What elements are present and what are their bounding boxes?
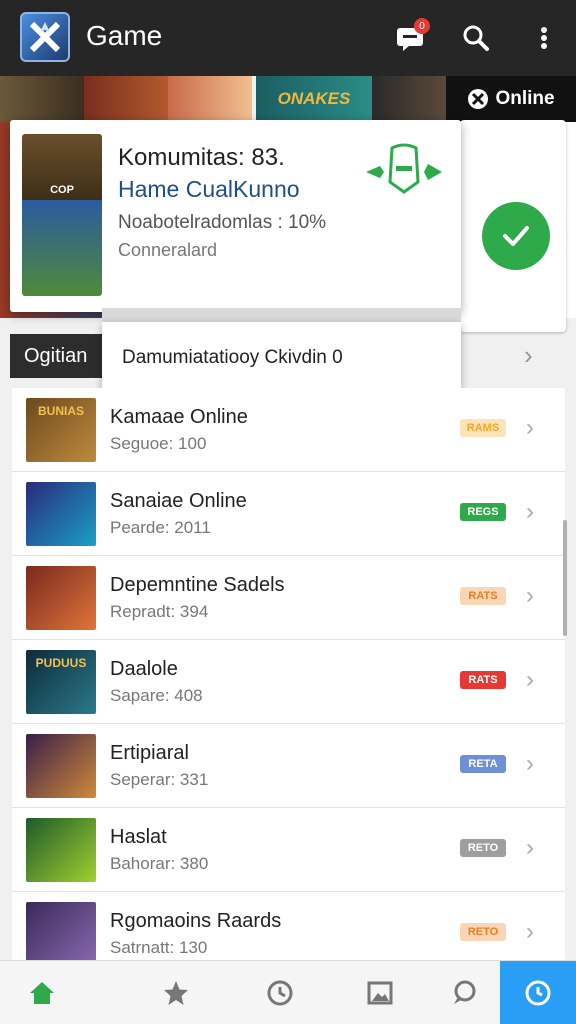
- app-bar: Game 0: [0, 0, 576, 76]
- dropdown-menu-item[interactable]: Damumiatatiooy Ckivdin 0: [102, 322, 461, 394]
- game-thumbnail: BUNIAS: [26, 398, 96, 462]
- clock-icon: [525, 980, 551, 1006]
- star-icon: [164, 981, 188, 1005]
- nav-history[interactable]: [242, 961, 318, 1024]
- nav-chat[interactable]: [426, 961, 502, 1024]
- banner-art-3: [168, 76, 252, 122]
- game-name: Rgomaoins Raards: [110, 910, 282, 932]
- game-meta: Sapare: 408: [110, 686, 203, 705]
- bottom-navigation: [0, 960, 576, 1024]
- game-thumbnail: [26, 482, 96, 546]
- game-meta: Pearde: 2011: [110, 518, 211, 537]
- nav-recent[interactable]: [500, 961, 576, 1024]
- popup-subtitle: Hame CualKunno: [118, 176, 300, 202]
- popup-art-caption: COP: [50, 184, 74, 196]
- nav-favorites[interactable]: [138, 961, 214, 1024]
- status-badge: RETA: [460, 755, 506, 773]
- game-name: Sanaiae Online: [110, 490, 247, 512]
- status-badge: RATS: [460, 587, 506, 605]
- nav-gallery[interactable]: [342, 961, 418, 1024]
- banner-art-1: [0, 76, 84, 122]
- search-icon[interactable]: [456, 18, 496, 58]
- community-badge-icon: [366, 143, 442, 194]
- game-thumbnail: [26, 734, 96, 798]
- status-badge: RAMS: [460, 419, 506, 437]
- game-thumbnail: [26, 566, 96, 630]
- game-thumbnail: PUDUUS: [26, 650, 96, 714]
- divider-strip: [102, 308, 461, 322]
- popup-title: Komumitas: 83.: [118, 144, 285, 171]
- chat-bubble-icon[interactable]: 0: [390, 18, 430, 58]
- popup-note: Noabotelradomlas : 10%: [118, 212, 327, 233]
- list-item[interactable]: Haslat Bahorar: 380 RETO ›: [12, 808, 565, 892]
- popup-meta: Conneralard: [118, 240, 218, 260]
- game-name: Daalole: [110, 658, 178, 680]
- game-logo-icon[interactable]: [20, 12, 70, 62]
- status-badge: RATS: [460, 671, 506, 689]
- game-list: BUNIAS Kamaae Online Seguoe: 100 RAMS › …: [12, 388, 565, 960]
- list-item[interactable]: Rgomaoins Raards Satrnatt: 130 RETO ›: [12, 892, 565, 960]
- chevron-right-icon: ›: [526, 582, 534, 609]
- chevron-right-icon: ›: [526, 498, 534, 525]
- app-title: Game: [86, 20, 163, 51]
- game-name: Kamaae Online: [110, 406, 248, 428]
- history-icon: [267, 980, 293, 1006]
- popup-game-art: COP: [22, 134, 102, 296]
- banner-art-4: [372, 76, 446, 122]
- promo-banner[interactable]: ONAKES Online: [0, 76, 576, 122]
- list-item[interactable]: Ertipiaral Seperar: 331 RETA ›: [12, 724, 565, 808]
- chevron-right-icon[interactable]: ›: [524, 340, 533, 371]
- game-thumbnail: [26, 902, 96, 960]
- status-badge: REGS: [460, 503, 506, 521]
- list-item[interactable]: Sanaiae Online Pearde: 2011 REGS ›: [12, 472, 565, 556]
- community-popup[interactable]: COP Komumitas: 83. Hame CualKunno Noabot…: [10, 120, 461, 312]
- list-item[interactable]: Depemntine Sadels Repradt: 394 RATS ›: [12, 556, 565, 640]
- game-meta: Bahorar: 380: [110, 854, 209, 873]
- status-badge: RETO: [460, 839, 506, 857]
- chevron-right-icon: ›: [526, 918, 534, 945]
- banner-art-2: [84, 76, 168, 122]
- list-item[interactable]: BUNIAS Kamaae Online Seguoe: 100 RAMS ›: [12, 388, 565, 472]
- game-meta: Seguoe: 100: [110, 434, 207, 453]
- game-thumbnail: [26, 818, 96, 882]
- list-scrollbar[interactable]: [563, 520, 567, 636]
- chevron-right-icon: ›: [526, 834, 534, 861]
- banner-online-label: Online: [495, 88, 555, 109]
- image-icon: [367, 981, 393, 1005]
- game-name: Depemntine Sadels: [110, 574, 285, 596]
- list-item[interactable]: PUDUUS Daalole Sapare: 408 RATS ›: [12, 640, 565, 724]
- game-meta: Satrnatt: 130: [110, 938, 208, 957]
- chevron-right-icon: ›: [526, 666, 534, 693]
- chevron-right-icon: ›: [526, 750, 534, 777]
- section-label[interactable]: Ogitian: [10, 334, 102, 378]
- chat-icon: [454, 980, 476, 1004]
- game-meta: Repradt: 394: [110, 602, 209, 621]
- banner-brand: ONAKES: [256, 76, 372, 122]
- home-icon: [30, 982, 54, 1004]
- notification-badge: 0: [414, 18, 430, 34]
- controller-icon: [468, 89, 489, 109]
- chevron-right-icon: ›: [526, 414, 534, 441]
- nav-home[interactable]: [4, 961, 80, 1024]
- game-name: Haslat: [110, 826, 167, 848]
- more-vert-icon[interactable]: [524, 18, 564, 58]
- check-icon[interactable]: [482, 202, 550, 270]
- game-name: Ertipiaral: [110, 742, 189, 764]
- status-badge: RETO: [460, 923, 506, 941]
- banner-online: Online: [446, 76, 576, 122]
- game-meta: Seperar: 331: [110, 770, 209, 789]
